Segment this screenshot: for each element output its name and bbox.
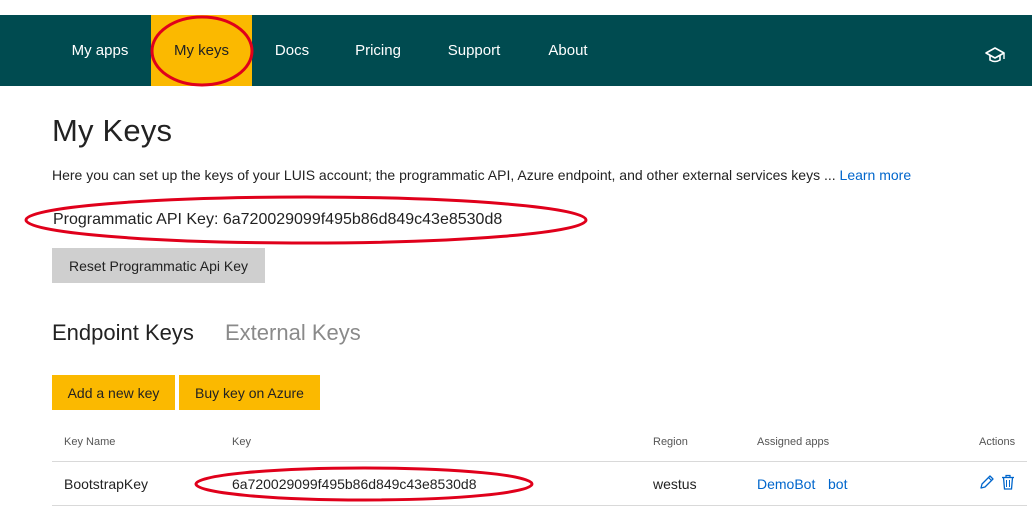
nav-about[interactable]: About [537, 15, 599, 86]
page-title: My Keys [52, 113, 173, 148]
nav-pricing[interactable]: Pricing [344, 15, 412, 86]
cell-key-name: BootstrapKey [64, 476, 149, 492]
pencil-icon[interactable] [979, 474, 995, 490]
app-link-bot[interactable]: bot [828, 476, 847, 492]
header-assigned-apps: Assigned apps [757, 436, 830, 448]
header-key-name: Key Name [64, 436, 116, 448]
reset-api-key-button[interactable]: Reset Programmatic Api Key [52, 248, 265, 283]
nav-docs[interactable]: Docs [266, 15, 318, 86]
top-navbar: My apps My keys Docs Pricing Support Abo… [0, 15, 1032, 86]
page-description: Here you can set up the keys of your LUI… [52, 167, 911, 183]
description-text: Here you can set up the keys of your LUI… [52, 167, 840, 183]
add-key-button[interactable]: Add a new key [52, 375, 175, 410]
header-key: Key [232, 436, 251, 448]
buy-key-button[interactable]: Buy key on Azure [179, 375, 320, 410]
nav-my-apps[interactable]: My apps [52, 15, 148, 86]
trash-icon[interactable] [1000, 474, 1016, 490]
header-region: Region [653, 436, 688, 448]
api-key-value: 6a720029099f495b86d849c43e8530d8 [222, 211, 503, 228]
header-actions: Actions [979, 436, 1016, 448]
cell-key: 6a720029099f495b86d849c43e8530d8 [232, 476, 477, 492]
tab-external-keys[interactable]: External Keys [225, 320, 361, 346]
top-strip [0, 0, 1032, 15]
cell-region: westus [653, 476, 697, 492]
graduation-cap-icon[interactable] [984, 44, 1006, 66]
api-key-label: Programmatic API Key: [53, 211, 223, 228]
table-divider [52, 461, 1027, 462]
nav-support[interactable]: Support [437, 15, 511, 86]
programmatic-api-key: Programmatic API Key: 6a720029099f495b86… [53, 211, 502, 229]
learn-more-link[interactable]: Learn more [840, 167, 912, 183]
nav-my-keys[interactable]: My keys [151, 15, 252, 86]
app-link-demobot[interactable]: DemoBot [757, 476, 815, 492]
tab-endpoint-keys[interactable]: Endpoint Keys [52, 320, 194, 346]
table-row-divider [52, 505, 1027, 506]
